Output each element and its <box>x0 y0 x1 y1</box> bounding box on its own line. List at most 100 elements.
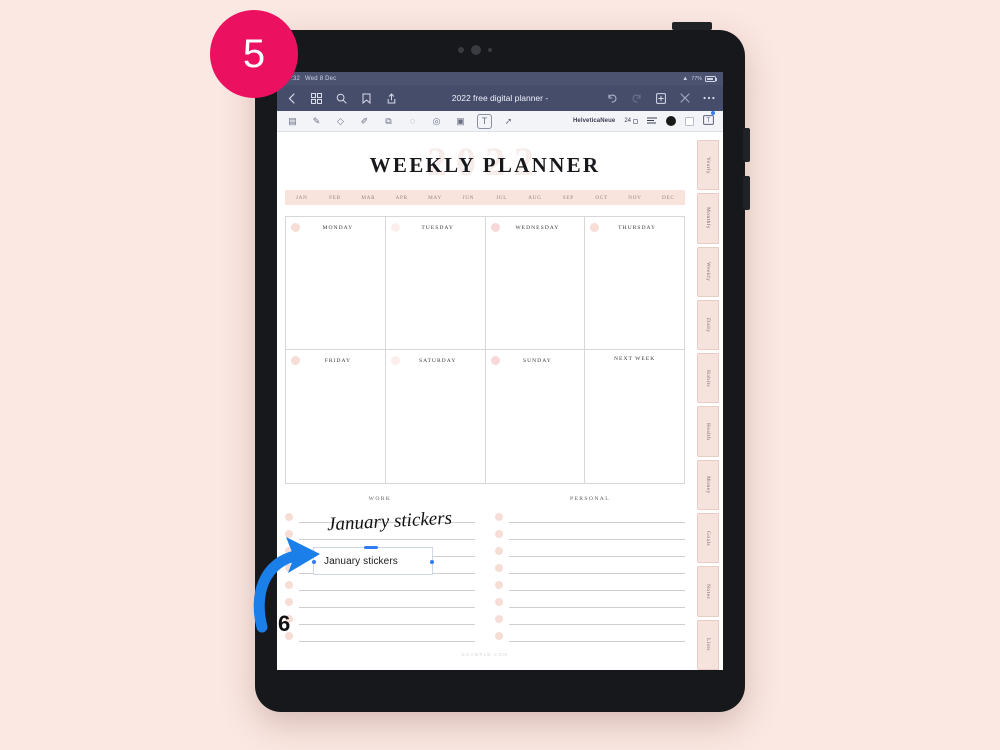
font-name-label[interactable]: HelveticaNeue <box>573 118 615 124</box>
resize-handle-right[interactable] <box>430 560 434 564</box>
grid-thumbnails-icon[interactable] <box>310 92 323 105</box>
volume-up-button <box>743 128 750 162</box>
text-tool-icon[interactable]: T <box>477 113 492 129</box>
work-list-item[interactable] <box>285 508 475 525</box>
month-may[interactable]: MAY <box>418 195 451 201</box>
list-bullet-dot <box>285 512 293 521</box>
section-tab-yearly[interactable]: Yearly <box>697 140 719 191</box>
day-cell-monday[interactable]: MONDAY <box>286 217 386 349</box>
front-camera-icon <box>471 45 481 55</box>
month-mar[interactable]: MAR <box>352 195 385 201</box>
color-swatch-white[interactable] <box>685 116 694 126</box>
section-tab-money[interactable]: Money <box>697 459 719 511</box>
redo-icon[interactable] <box>630 92 643 105</box>
section-tab-notes[interactable]: Notes <box>697 566 719 617</box>
list-write-line[interactable] <box>509 511 685 523</box>
footer-website-url: EXAMPLE.COM <box>461 652 509 657</box>
month-feb[interactable]: FEB <box>318 195 351 201</box>
section-tab-monthly[interactable]: Monthly <box>697 193 719 244</box>
search-icon[interactable] <box>335 92 348 105</box>
month-aug[interactable]: AUG <box>518 195 551 201</box>
editing-toolbar: ▤ ✎ ◇ ✐ ⧉ ◌ ◎ ▣ T ➚ HelveticaNeue 24 T <box>277 111 723 132</box>
step-number-badge: 5 <box>210 10 298 98</box>
month-jun[interactable]: JUN <box>452 195 485 201</box>
personal-list-item[interactable] <box>495 559 685 576</box>
battery-icon <box>705 75 717 82</box>
day-marker-dot <box>590 223 600 232</box>
share-icon[interactable] <box>385 92 398 105</box>
undo-icon[interactable] <box>606 92 619 105</box>
bookmark-icon[interactable] <box>360 92 373 105</box>
day-cell-sunday[interactable]: SUNDAY <box>486 350 586 483</box>
month-nov[interactable]: NOV <box>618 195 651 201</box>
list-write-line[interactable] <box>299 511 475 523</box>
section-tab-habits[interactable]: Habits <box>697 353 719 404</box>
list-write-line[interactable] <box>509 613 685 625</box>
list-bullet-dot <box>495 563 503 572</box>
personal-list-item[interactable] <box>495 508 685 525</box>
lasso-tool-icon[interactable]: ◌ <box>406 115 419 128</box>
month-jul[interactable]: JUL <box>485 195 518 201</box>
section-tab-weekly[interactable]: Weekly <box>697 246 719 297</box>
month-jan[interactable]: JAN <box>285 195 318 201</box>
sticker-tool-icon[interactable]: ◎ <box>430 115 443 128</box>
list-write-line[interactable] <box>509 528 685 540</box>
month-apr[interactable]: APR <box>385 195 418 201</box>
list-bullet-dot <box>495 512 503 521</box>
font-size-value: 24 <box>624 118 631 124</box>
planner-header: 2022 WEEKLY PLANNER <box>285 142 685 184</box>
day-cell-saturday[interactable]: SATURDAY <box>386 350 486 483</box>
day-marker-dot <box>490 223 500 232</box>
day-label: WEDNESDAY <box>515 224 560 231</box>
section-tab-health[interactable]: Health <box>697 406 719 457</box>
day-cell-friday[interactable]: FRIDAY <box>286 350 386 483</box>
day-label: MONDAY <box>322 224 354 231</box>
day-cell-tuesday[interactable]: TUESDAY <box>386 217 486 349</box>
month-oct[interactable]: OCT <box>585 195 618 201</box>
day-cell-thursday[interactable]: THURSDAY <box>585 217 684 349</box>
section-tab-label: Yearly <box>705 156 711 174</box>
personal-list-item[interactable] <box>495 627 685 644</box>
section-tab-label: Money <box>705 476 711 494</box>
color-swatch-black[interactable] <box>666 116 676 126</box>
list-write-line[interactable] <box>509 596 685 608</box>
section-tab-label: Monthly <box>705 207 711 230</box>
personal-list-item[interactable] <box>495 576 685 593</box>
text-align-icon[interactable] <box>647 112 657 130</box>
close-icon[interactable] <box>678 92 691 105</box>
list-write-line[interactable] <box>509 562 685 574</box>
list-write-line[interactable] <box>509 545 685 557</box>
list-write-line[interactable] <box>509 630 685 642</box>
day-marker-dot <box>291 356 300 365</box>
more-options-icon[interactable] <box>702 92 715 105</box>
section-tab-label: Goals <box>705 530 711 546</box>
highlighter-tool-icon[interactable]: ✐ <box>358 115 371 128</box>
personal-list-item[interactable] <box>495 542 685 559</box>
month-sep[interactable]: SEP <box>552 195 585 201</box>
personal-list-item[interactable] <box>495 593 685 610</box>
shapes-tool-icon[interactable]: ⧉ <box>382 115 395 128</box>
section-tab-lists[interactable]: Lists <box>697 619 719 670</box>
section-tab-label: Habits <box>705 369 711 387</box>
text-box-icon[interactable]: T <box>703 111 715 130</box>
volume-down-button <box>743 176 750 210</box>
page-tool-icon[interactable]: ▤ <box>286 115 299 128</box>
pointer-tool-icon[interactable]: ➚ <box>502 115 515 128</box>
pen-tool-icon[interactable]: ✎ <box>310 115 323 128</box>
personal-list-item[interactable] <box>495 525 685 542</box>
eraser-tool-icon[interactable]: ◇ <box>334 115 347 128</box>
back-chevron-icon[interactable] <box>285 92 298 105</box>
font-size-stepper[interactable]: 24 <box>624 118 638 124</box>
wifi-icon: ▲ <box>682 75 689 82</box>
month-dec[interactable]: DEC <box>652 195 685 201</box>
drag-handle-top[interactable] <box>364 546 378 549</box>
day-cell-wednesday[interactable]: WEDNESDAY <box>486 217 586 349</box>
personal-list-item[interactable] <box>495 610 685 627</box>
image-tool-icon[interactable]: ▣ <box>454 115 467 128</box>
section-tab-daily[interactable]: Daily <box>697 299 719 351</box>
add-page-icon[interactable] <box>654 92 667 105</box>
section-tab-goals[interactable]: Goals <box>697 513 719 564</box>
list-write-line[interactable] <box>509 579 685 591</box>
day-label: SUNDAY <box>522 357 552 364</box>
day-cell-next-week[interactable]: NEXT WEEK <box>585 350 684 483</box>
